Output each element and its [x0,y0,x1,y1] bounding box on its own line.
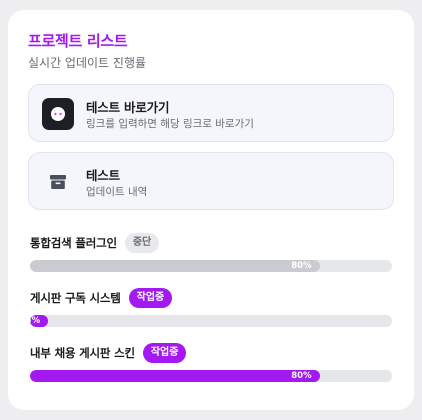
project-row: 통합검색 플러그인 중단 80% [30,232,394,272]
link-item-name: 테스트 [86,168,120,183]
link-item-test-shortcut[interactable]: 테스트 바로가기 링크를 입력하면 해당 링크로 바로가기 [28,84,394,142]
project-list-card: 프로젝트 리스트 실시간 업데이트 진행률 테스트 바로가기 링크를 입력하면 … [8,10,414,410]
link-item-description: 업데이트 내역 [86,186,148,198]
progress-bar-fill: 80% [30,260,320,272]
project-name: 통합검색 플러그인 [30,236,117,250]
page-title: 프로젝트 리스트 [28,32,128,50]
progress-bar-fill: 80% [30,370,320,382]
archive-box-icon [42,166,74,198]
project-name: 내부 채용 게시판 스킨 [30,346,135,360]
project-name: 게시판 구독 시스템 [30,291,121,305]
page-subtitle: 실시간 업데이트 진행률 [28,56,147,70]
status-badge: 중단 [124,233,160,253]
project-row: 게시판 구독 시스템 작업중 5% [30,287,394,327]
progress-bar: 5% [30,315,392,327]
link-item-test[interactable]: 테스트 업데이트 내역 [28,152,394,210]
status-badge: 작업중 [128,288,173,308]
progress-label: 80% [291,261,312,271]
chat-bubble-icon [42,98,74,130]
link-item-name: 테스트 바로가기 [86,100,170,115]
link-item-description: 링크를 입력하면 해당 링크로 바로가기 [86,118,254,130]
status-badge: 작업중 [142,343,187,363]
progress-bar: 80% [30,370,392,382]
progress-label: 5% [30,316,41,326]
progress-bar-fill: 5% [30,315,49,327]
project-row: 내부 채용 게시판 스킨 작업중 80% [30,342,394,382]
progress-label: 80% [291,371,312,381]
progress-bar: 80% [30,260,392,272]
